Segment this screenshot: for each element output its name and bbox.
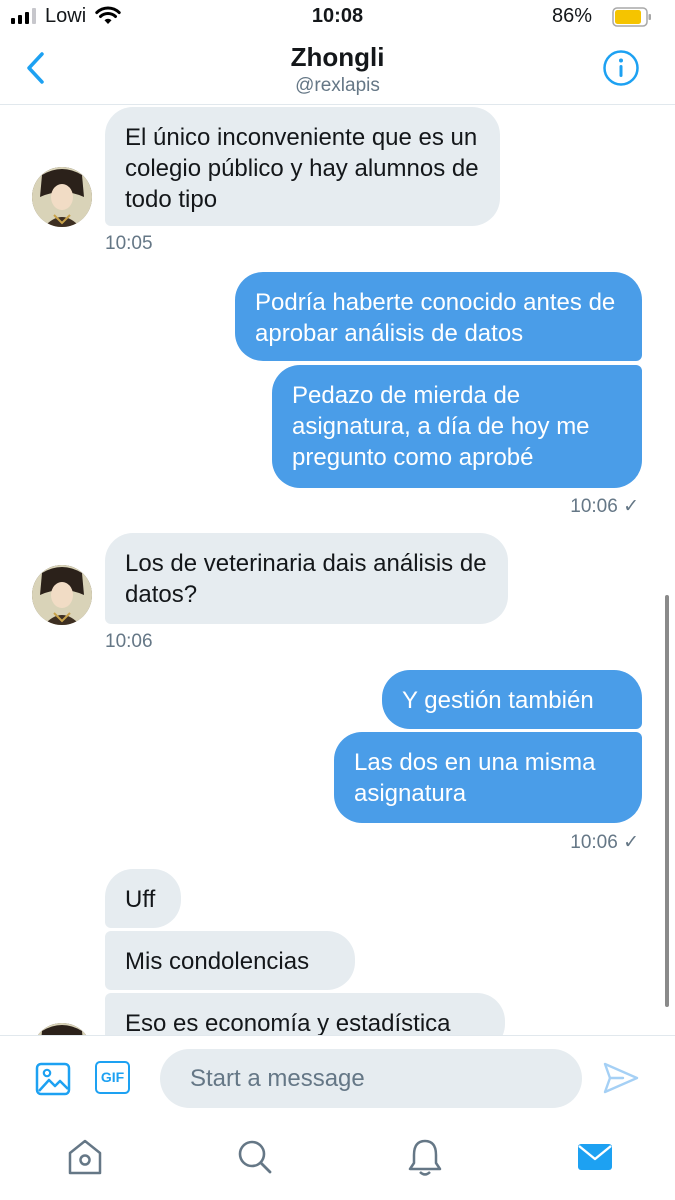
avatar-image: [32, 565, 92, 625]
avatar[interactable]: [32, 1023, 92, 1035]
message-bubble-incoming[interactable]: Mis condolencias: [105, 931, 355, 990]
message-timestamp: 10:06: [105, 631, 153, 652]
contact-handle: @rexlapis: [295, 75, 380, 96]
message-bubble-outgoing[interactable]: Las dos en una misma asignatura: [334, 732, 642, 823]
gif-icon[interactable]: GIF: [95, 1061, 130, 1094]
info-icon[interactable]: [602, 49, 640, 87]
battery-icon: [612, 7, 651, 27]
message-timestamp: 10:06 ✓: [570, 496, 639, 517]
conversation-header: Zhongli @rexlapis: [0, 36, 675, 105]
send-icon[interactable]: [603, 1061, 639, 1095]
message-list[interactable]: El único inconveniente que es un colegio…: [0, 105, 675, 1035]
message-bubble-outgoing[interactable]: Pedazo de mierda de asignatura, a día de…: [272, 365, 642, 488]
status-bar: Lowi 10:08 86%: [0, 0, 675, 36]
message-timestamp: 10:05: [105, 233, 153, 254]
message-bubble-incoming[interactable]: Uff: [105, 869, 181, 928]
scrollbar[interactable]: [665, 595, 669, 1007]
avatar[interactable]: [32, 565, 92, 625]
avatar-image: [32, 167, 92, 227]
message-timestamp: 10:06 ✓: [570, 832, 639, 853]
notifications-icon[interactable]: [406, 1137, 444, 1177]
message-composer: GIF: [0, 1035, 675, 1124]
search-icon[interactable]: [236, 1137, 274, 1177]
message-input[interactable]: [160, 1049, 582, 1108]
message-bubble-incoming[interactable]: Los de veterinaria dais análisis de dato…: [105, 533, 508, 624]
contact-name[interactable]: Zhongli: [0, 42, 675, 73]
battery-percentage: 86%: [551, 5, 592, 27]
avatar-image: [32, 1023, 92, 1035]
message-bubble-outgoing[interactable]: Y gestión también: [382, 670, 642, 729]
tab-bar: [0, 1123, 675, 1200]
home-icon[interactable]: [66, 1137, 104, 1177]
messages-icon[interactable]: [576, 1137, 614, 1177]
image-icon[interactable]: [35, 1061, 71, 1097]
message-bubble-incoming[interactable]: Eso es economía y estadística: [105, 993, 505, 1035]
message-bubble-incoming[interactable]: El único inconveniente que es un colegio…: [105, 107, 500, 226]
avatar[interactable]: [32, 167, 92, 227]
message-bubble-outgoing[interactable]: Podría haberte conocido antes de aprobar…: [235, 272, 642, 361]
gif-label: GIF: [100, 1069, 125, 1085]
